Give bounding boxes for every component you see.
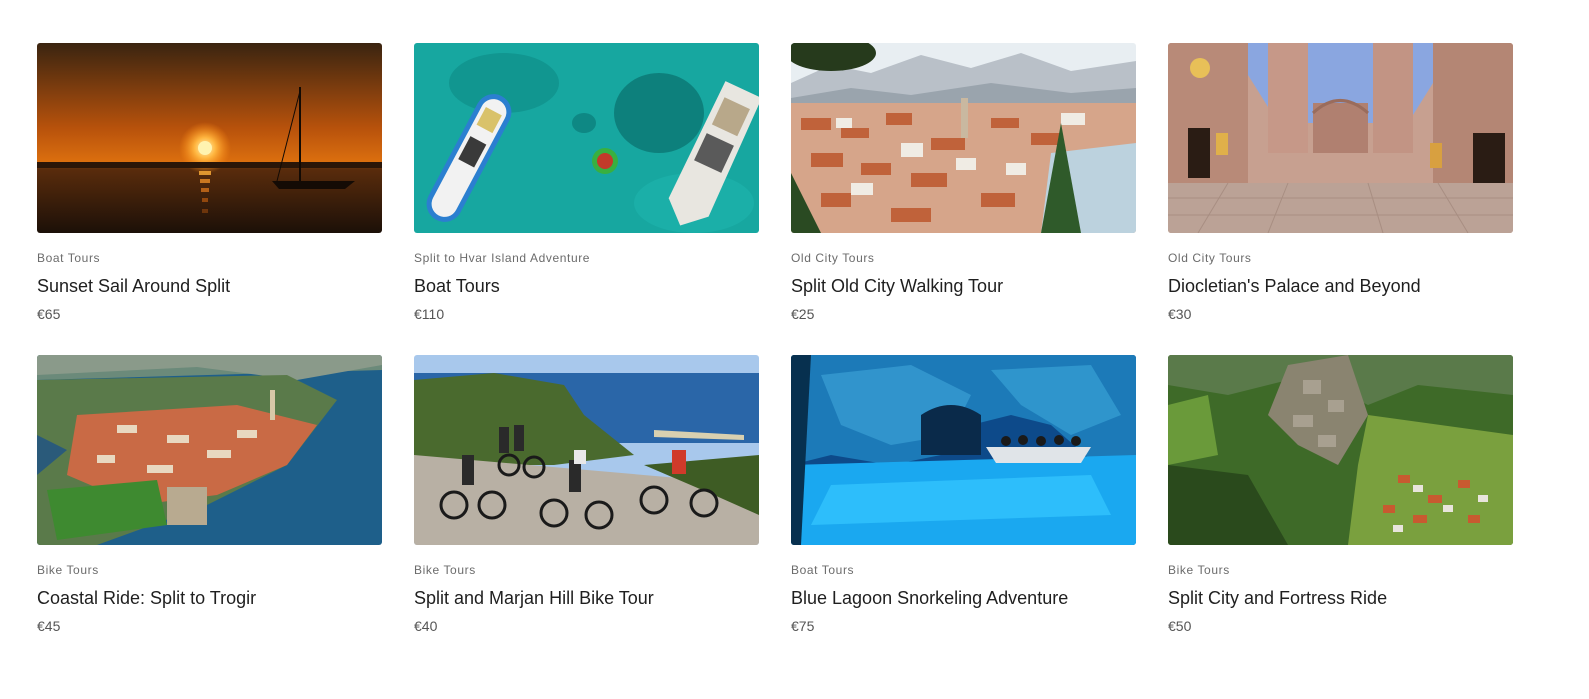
tour-image-trogir[interactable] xyxy=(37,355,382,545)
tour-card[interactable]: Split to Hvar Island Adventure Boat Tour… xyxy=(414,43,759,355)
tour-title[interactable]: Split and Marjan Hill Bike Tour xyxy=(414,587,759,609)
tour-price: €40 xyxy=(414,618,438,634)
tour-image-sunset-sail[interactable] xyxy=(37,43,382,233)
tour-price: €30 xyxy=(1168,306,1192,322)
tour-title[interactable]: Blue Lagoon Snorkeling Adventure xyxy=(791,587,1136,609)
tour-price: €50 xyxy=(1168,618,1192,634)
tour-image-diocletian-palace[interactable] xyxy=(1168,43,1513,233)
tour-card[interactable]: Bike Tours Split City and Fortress Ride … xyxy=(1168,355,1513,667)
tour-category: Bike Tours xyxy=(414,563,476,577)
tour-grid: Boat Tours Sunset Sail Around Split €65 xyxy=(37,43,1514,667)
tour-title[interactable]: Split City and Fortress Ride xyxy=(1168,587,1513,609)
tour-title[interactable]: Split Old City Walking Tour xyxy=(791,275,1136,297)
tour-card[interactable]: Boat Tours Blue Lagoon Snorkeling Advent… xyxy=(791,355,1136,667)
tour-category: Old City Tours xyxy=(791,251,875,265)
tour-price: €65 xyxy=(37,306,61,322)
tour-category: Bike Tours xyxy=(1168,563,1230,577)
tour-category: Old City Tours xyxy=(1168,251,1252,265)
tour-category: Boat Tours xyxy=(37,251,101,265)
tour-card[interactable]: Bike Tours Coastal Ride: Split to Trogir… xyxy=(37,355,382,667)
tour-image-hvar-boats[interactable] xyxy=(414,43,759,233)
tour-title[interactable]: Coastal Ride: Split to Trogir xyxy=(37,587,382,609)
tour-price: €45 xyxy=(37,618,61,634)
tour-title[interactable]: Diocletian's Palace and Beyond xyxy=(1168,275,1513,297)
tour-price: €75 xyxy=(791,618,815,634)
tour-card[interactable]: Old City Tours Diocletian's Palace and B… xyxy=(1168,43,1513,355)
tour-category: Boat Tours xyxy=(791,563,855,577)
tour-image-marjan-bikes[interactable] xyxy=(414,355,759,545)
tour-category: Bike Tours xyxy=(37,563,99,577)
tour-price: €110 xyxy=(414,306,445,322)
tour-title[interactable]: Boat Tours xyxy=(414,275,759,297)
tour-image-split-city[interactable] xyxy=(791,43,1136,233)
tour-card[interactable]: Bike Tours Split and Marjan Hill Bike To… xyxy=(414,355,759,667)
tour-price: €25 xyxy=(791,306,815,322)
tour-card[interactable]: Old City Tours Split Old City Walking To… xyxy=(791,43,1136,355)
tour-title[interactable]: Sunset Sail Around Split xyxy=(37,275,382,297)
tour-category: Split to Hvar Island Adventure xyxy=(414,251,591,265)
tour-image-blue-lagoon[interactable] xyxy=(791,355,1136,545)
tour-image-fortress[interactable] xyxy=(1168,355,1513,545)
tour-card[interactable]: Boat Tours Sunset Sail Around Split €65 xyxy=(37,43,382,355)
